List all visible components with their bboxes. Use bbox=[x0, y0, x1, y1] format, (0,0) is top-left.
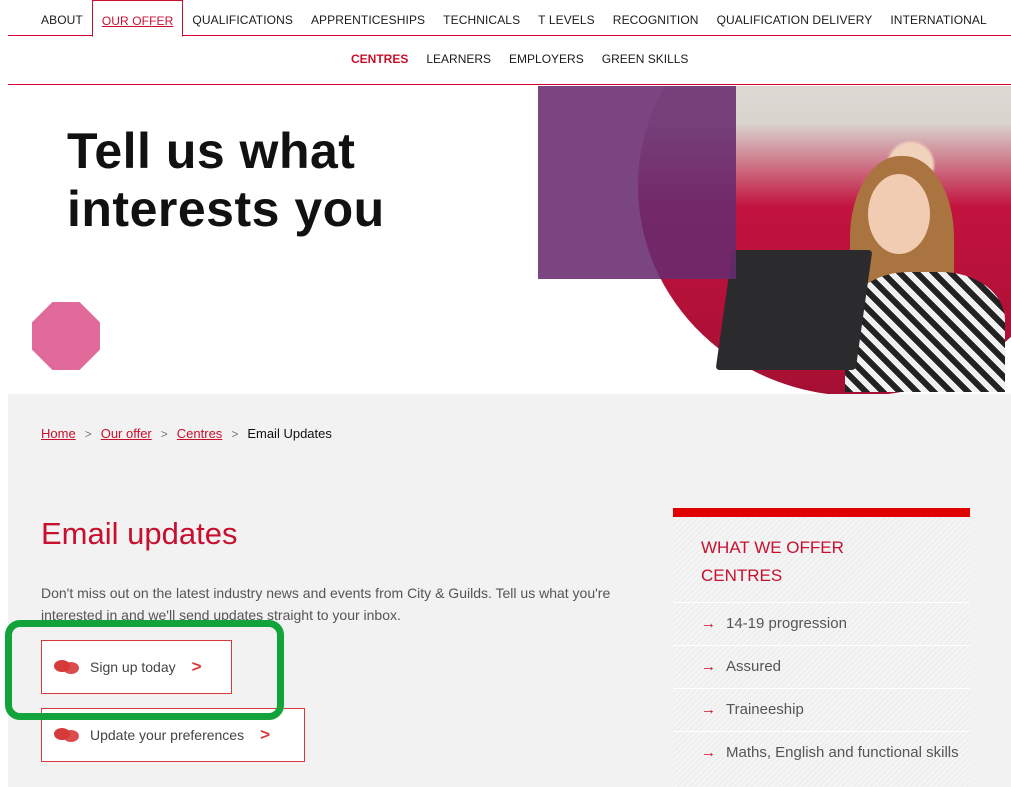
nav-technicals[interactable]: TECHNICALS bbox=[434, 0, 529, 36]
nav-t-levels[interactable]: T LEVELS bbox=[529, 0, 604, 36]
breadcrumb-home[interactable]: Home bbox=[41, 426, 76, 441]
hero-banner: Tell us what interests you bbox=[0, 86, 1011, 394]
breadcrumb-separator: > bbox=[231, 426, 239, 441]
breadcrumb: Home > Our offer > Centres > Email Updat… bbox=[41, 426, 332, 441]
hero-title-line1: Tell us what bbox=[67, 123, 356, 179]
nav-about[interactable]: ABOUT bbox=[32, 0, 92, 36]
pink-octagon-shape bbox=[32, 302, 100, 370]
subnav-employers[interactable]: EMPLOYERS bbox=[500, 52, 593, 66]
breadcrumb-current: Email Updates bbox=[247, 426, 332, 441]
chevron-right-icon: > bbox=[191, 657, 202, 676]
arrow-right-icon: → bbox=[701, 744, 716, 761]
hero-photo-shirt bbox=[845, 272, 1005, 392]
sidebar-accent-bar bbox=[673, 508, 970, 517]
hero-photo-laptop bbox=[715, 250, 873, 370]
nav-recognition[interactable]: RECOGNITION bbox=[604, 0, 708, 36]
page-title: Email updates bbox=[41, 516, 238, 551]
nav-our-offer[interactable]: OUR OFFER bbox=[91, 0, 184, 37]
sidebar-item-14-19-progression[interactable]: → 14-19 progression bbox=[673, 602, 970, 645]
sign-up-button[interactable]: Sign up today > bbox=[41, 640, 232, 694]
chevron-right-icon: > bbox=[260, 725, 271, 744]
sign-up-label: Sign up today bbox=[90, 659, 176, 675]
nav-apprenticeships[interactable]: APPRENTICESHIPS bbox=[302, 0, 434, 36]
nav-qualifications[interactable]: QUALIFICATIONS bbox=[183, 0, 302, 36]
hero-title-line2: interests you bbox=[67, 181, 385, 237]
breadcrumb-centres[interactable]: Centres bbox=[177, 426, 223, 441]
hero-title: Tell us what interests you bbox=[67, 122, 385, 238]
breadcrumb-separator: > bbox=[84, 426, 92, 441]
sidebar: WHAT WE OFFER CENTRES → 14-19 progressio… bbox=[673, 508, 970, 787]
hero-photo-face bbox=[868, 174, 930, 254]
main-nav: ABOUT OUR OFFER QUALIFICATIONS APPRENTIC… bbox=[0, 0, 1011, 37]
content-area: Home > Our offer > Centres > Email Updat… bbox=[8, 394, 1011, 787]
arrow-right-icon: → bbox=[701, 658, 716, 675]
subnav-centres[interactable]: CENTRES bbox=[342, 52, 417, 66]
sidebar-list: → 14-19 progression → Assured → Trainees… bbox=[673, 602, 970, 774]
purple-square-shape bbox=[538, 86, 736, 279]
sidebar-item-traineeship[interactable]: → Traineeship bbox=[673, 688, 970, 731]
nav-international[interactable]: INTERNATIONAL bbox=[881, 0, 995, 36]
chat-bubbles-icon bbox=[54, 659, 80, 675]
intro-text: Don't miss out on the latest industry ne… bbox=[41, 585, 611, 623]
subnav-green-skills[interactable]: GREEN SKILLS bbox=[593, 52, 698, 66]
subnav-divider bbox=[8, 84, 1011, 85]
sidebar-heading-line2: CENTRES bbox=[701, 566, 783, 585]
update-preferences-label: Update your preferences bbox=[90, 727, 245, 743]
sidebar-heading-line1: WHAT WE OFFER bbox=[701, 538, 844, 557]
chat-bubbles-icon bbox=[54, 727, 80, 743]
breadcrumb-our-offer[interactable]: Our offer bbox=[101, 426, 152, 441]
sidebar-item-assured[interactable]: → Assured bbox=[673, 645, 970, 688]
sidebar-item-label: Assured bbox=[726, 658, 782, 675]
sidebar-heading: WHAT WE OFFER CENTRES bbox=[701, 534, 844, 590]
breadcrumb-separator: > bbox=[160, 426, 168, 441]
arrow-right-icon: → bbox=[701, 615, 716, 632]
sidebar-item-maths-english[interactable]: → Maths, English and functional skills bbox=[673, 731, 970, 774]
subnav-learners[interactable]: LEARNERS bbox=[417, 52, 500, 66]
sub-nav: CENTRES LEARNERS EMPLOYERS GREEN SKILLS bbox=[0, 36, 1011, 86]
update-preferences-button[interactable]: Update your preferences > bbox=[41, 708, 305, 762]
sidebar-item-label: Maths, English and functional skills bbox=[726, 744, 959, 761]
sidebar-item-label: Traineeship bbox=[726, 701, 804, 718]
arrow-right-icon: → bbox=[701, 701, 716, 718]
sidebar-item-label: 14-19 progression bbox=[726, 615, 847, 632]
nav-qualification-delivery[interactable]: QUALIFICATION DELIVERY bbox=[708, 0, 882, 36]
